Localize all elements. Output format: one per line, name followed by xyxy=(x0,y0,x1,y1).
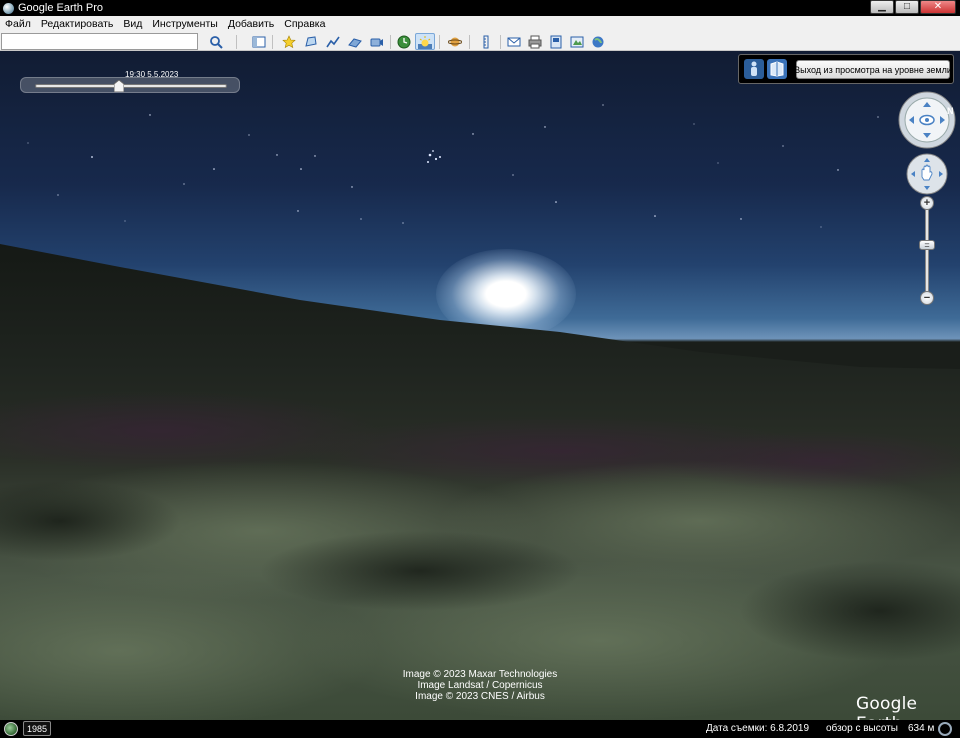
toolbar-separator xyxy=(390,35,391,49)
toolbar-separator xyxy=(469,35,470,49)
path-icon xyxy=(326,36,340,47)
terrain xyxy=(0,244,960,720)
historical-imagery-status-icon[interactable] xyxy=(4,722,18,736)
status-bar: 1985 Дата съемки: 6.8.2019 обзор с высот… xyxy=(0,720,960,738)
sunlight-icon xyxy=(418,35,432,49)
zoom-out-button[interactable]: − xyxy=(920,291,934,305)
toolbar-separator xyxy=(500,35,501,49)
tour-record-icon xyxy=(370,38,383,46)
imagery-year-badge[interactable]: 1985 xyxy=(23,721,51,736)
menu-add[interactable]: Добавить xyxy=(223,18,279,30)
menu-bar: Файл Редактировать Вид Инструменты Добав… xyxy=(0,16,960,32)
maps-icon xyxy=(570,36,584,47)
toolbar-separator xyxy=(439,35,440,49)
time-slider-label: 19:30 5.5.2023 xyxy=(125,70,179,79)
attribution-line: Image © 2023 Maxar Technologies xyxy=(402,669,558,680)
eye-altitude-value: 634 м xyxy=(908,723,935,734)
toolbar-separator xyxy=(272,35,273,49)
minimize-button[interactable]: ▁ xyxy=(870,0,894,14)
historical-imagery-icon xyxy=(397,35,411,48)
search-input[interactable] xyxy=(1,33,198,50)
search-button[interactable] xyxy=(206,33,226,50)
maximize-button[interactable]: □ xyxy=(895,0,919,14)
close-button[interactable]: ✕ xyxy=(920,0,956,14)
search-icon xyxy=(210,35,223,49)
time-slider-thumb[interactable] xyxy=(114,80,125,92)
sunlight-button[interactable] xyxy=(415,33,435,50)
north-indicator[interactable]: N xyxy=(947,106,959,118)
menu-edit[interactable]: Редактировать xyxy=(36,18,119,30)
zoom-track[interactable] xyxy=(925,204,929,300)
imagery-attribution: Image © 2023 Maxar Technologies Image La… xyxy=(330,669,630,702)
zoom-thumb[interactable]: = xyxy=(919,240,935,250)
email-button[interactable] xyxy=(504,33,524,50)
placemark-icon xyxy=(282,34,296,48)
street-view-icon xyxy=(770,61,784,77)
planets-button[interactable] xyxy=(445,33,465,50)
earth-viewport[interactable]: 19:30 5.5.2023 Выход из просмотра на уро… xyxy=(0,51,960,720)
add-placemark-button[interactable] xyxy=(279,33,299,50)
print-icon xyxy=(528,35,542,48)
zoom-in-button[interactable]: + xyxy=(920,196,934,210)
title-bar: Google Earth Pro ▁ □ ✕ xyxy=(0,0,960,16)
planets-icon xyxy=(448,37,462,46)
view-in-maps-button[interactable] xyxy=(567,33,587,50)
menu-file[interactable]: Файл xyxy=(0,18,36,30)
toolbar xyxy=(0,32,960,51)
google-earth-icon xyxy=(3,2,14,14)
sidebar-toggle-button[interactable] xyxy=(249,33,269,50)
pegman-button[interactable] xyxy=(744,59,764,79)
move-control[interactable] xyxy=(906,153,948,195)
menu-help[interactable]: Справка xyxy=(279,18,330,30)
look-control[interactable] xyxy=(897,90,957,150)
email-icon xyxy=(507,37,521,46)
historical-imagery-button[interactable] xyxy=(394,33,414,50)
ground-level-panel: Выход из просмотра на уровне земли xyxy=(738,54,954,84)
window-title: Google Earth Pro xyxy=(18,2,103,14)
window-controls: ▁ □ ✕ xyxy=(869,0,956,14)
menu-tools[interactable]: Инструменты xyxy=(147,18,222,30)
toolbar-separator xyxy=(236,35,237,49)
street-view-button[interactable] xyxy=(767,59,787,79)
ruler-icon xyxy=(483,35,489,48)
polygon-icon xyxy=(305,35,317,47)
record-tour-button[interactable] xyxy=(367,33,387,50)
pegman-icon xyxy=(751,61,757,76)
eye-altitude-label: обзор с высоты xyxy=(826,723,898,734)
save-image-icon xyxy=(550,35,562,48)
add-polygon-button[interactable] xyxy=(301,33,321,50)
zoom-slider[interactable]: + = − xyxy=(918,196,936,308)
ruler-button[interactable] xyxy=(476,33,496,50)
save-image-button[interactable] xyxy=(546,33,566,50)
sidebar-toggle-icon xyxy=(252,36,266,47)
exit-ground-level-button[interactable]: Выход из просмотра на уровне земли xyxy=(794,60,952,79)
streaming-status-icon xyxy=(938,722,952,736)
add-image-overlay-button[interactable] xyxy=(345,33,365,50)
earth-button[interactable] xyxy=(588,33,608,50)
attribution-line: Image © 2023 CNES / Airbus xyxy=(415,691,545,702)
menu-view[interactable]: Вид xyxy=(118,18,147,30)
google-earth-logo: Google Earth xyxy=(856,694,918,720)
attribution-line: Image Landsat / Copernicus xyxy=(417,680,543,691)
time-slider[interactable]: 19:30 5.5.2023 xyxy=(20,70,240,93)
time-slider-track[interactable] xyxy=(35,84,227,88)
add-path-button[interactable] xyxy=(323,33,343,50)
imagery-date: Дата съемки: 6.8.2019 xyxy=(706,723,810,734)
earth-icon xyxy=(592,36,604,47)
print-button[interactable] xyxy=(525,33,545,50)
image-overlay-icon xyxy=(348,37,362,48)
